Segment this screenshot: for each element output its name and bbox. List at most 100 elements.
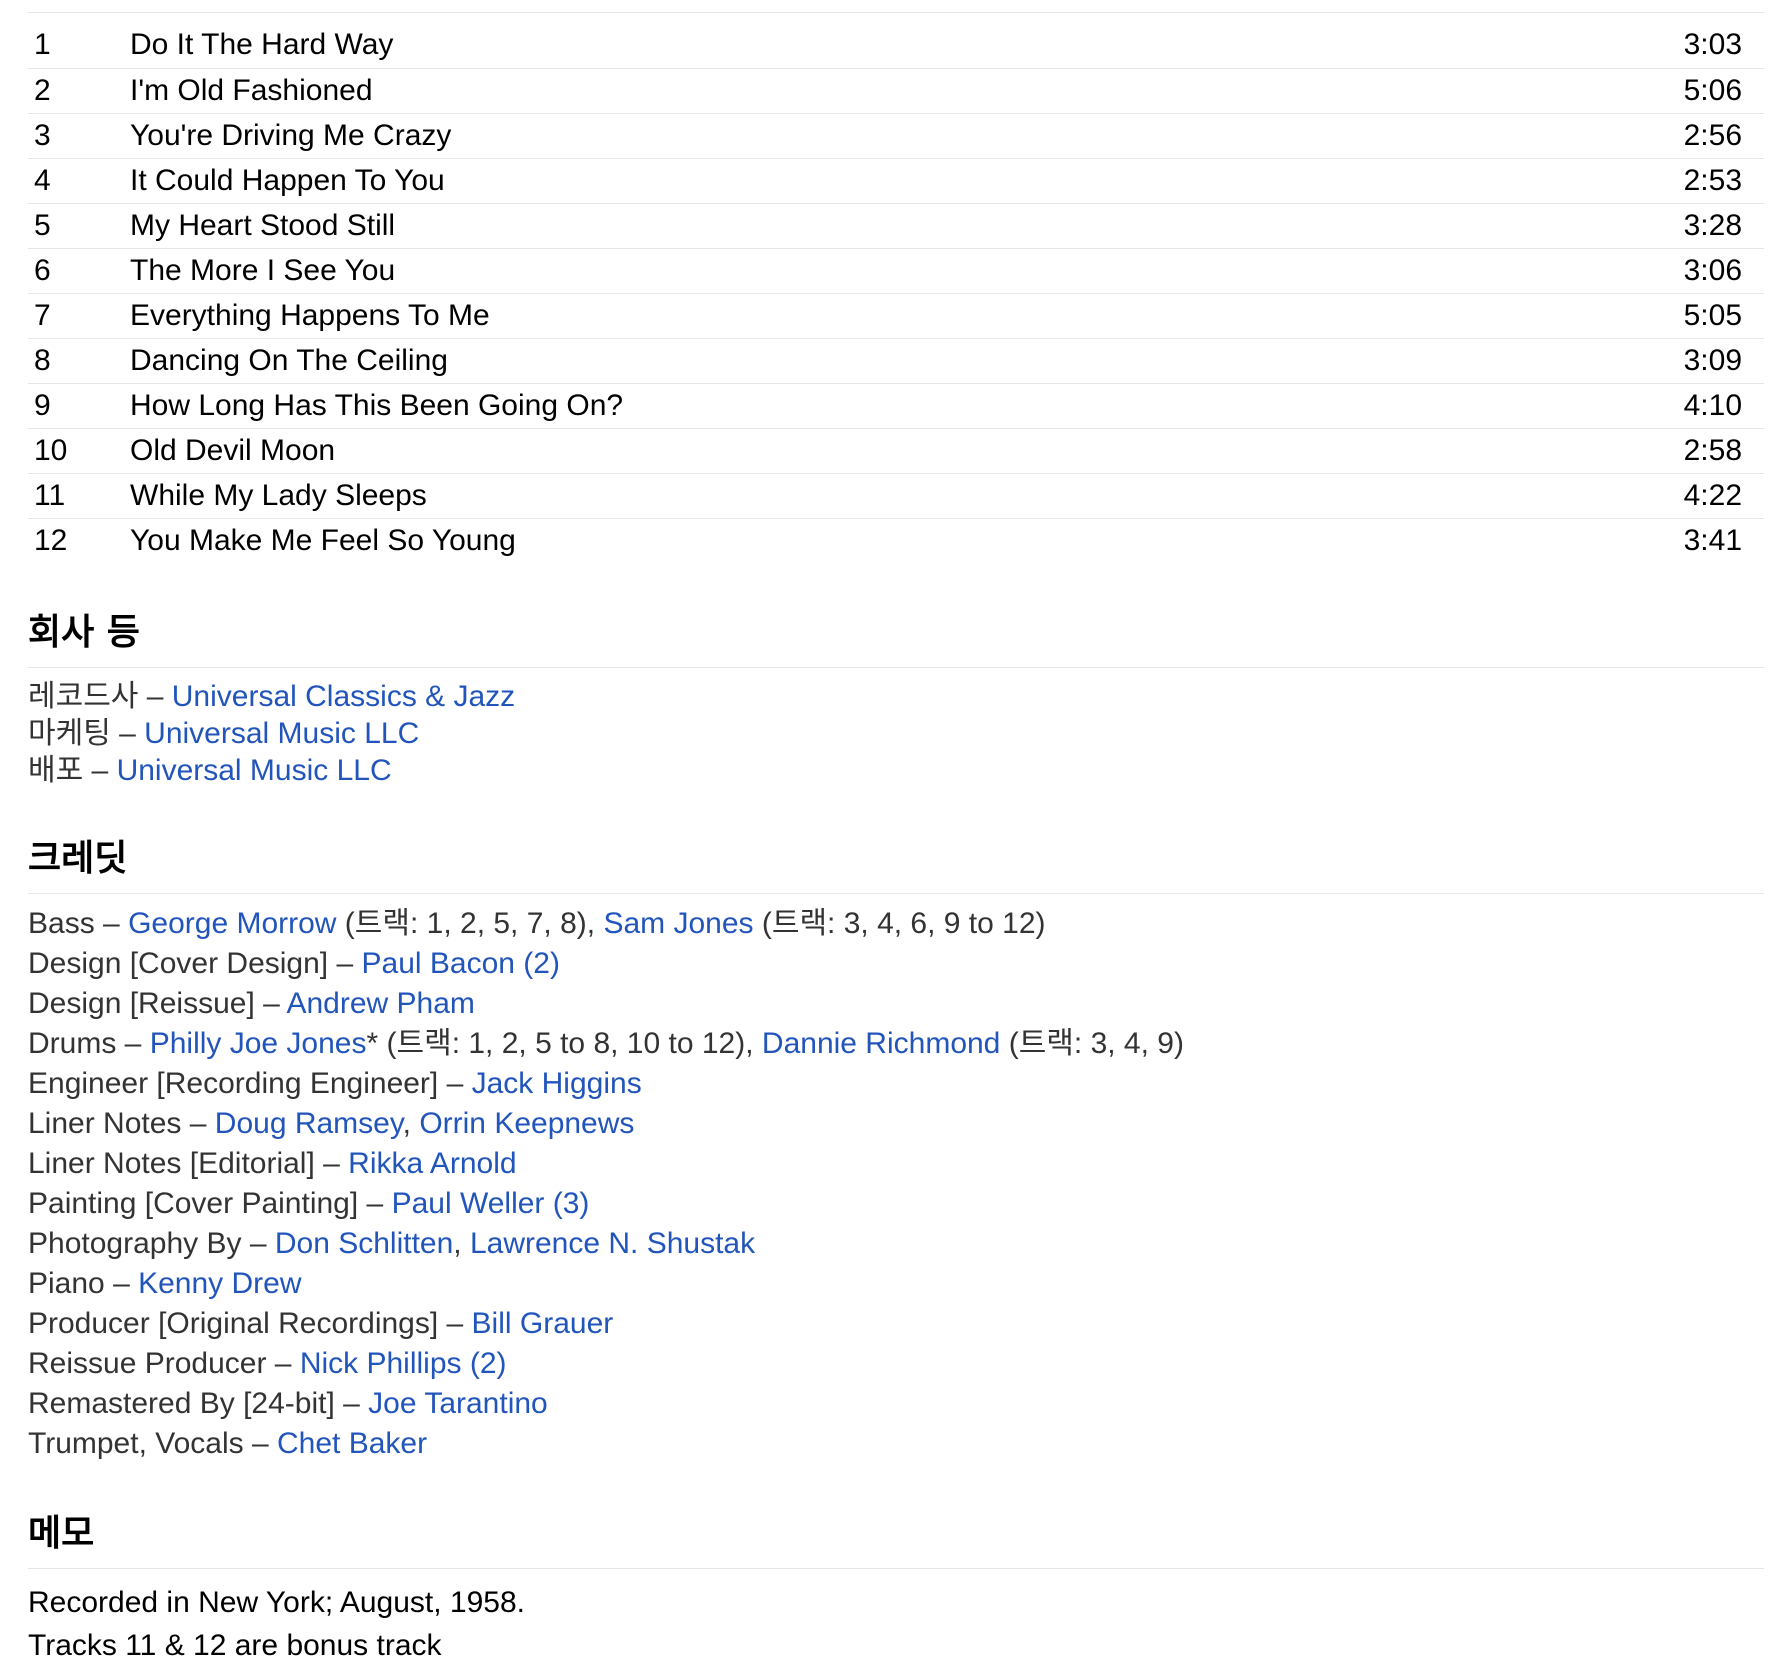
- credit-artist-link[interactable]: Doug Ramsey: [215, 1107, 403, 1140]
- release-page: 1 Do It The Hard Way 3:03 2 I'm Old Fashione…: [0, 0, 1792, 1667]
- credit-artist-link[interactable]: Rikka Arnold: [348, 1147, 516, 1180]
- credit-artist-link[interactable]: George Morrow: [128, 907, 336, 940]
- credit-role: Bass: [28, 907, 95, 940]
- credit-detail: (트랙: 3, 4, 6, 9 to 12): [753, 907, 1046, 940]
- track-row[interactable]: 10 Old Devil Moon 2:58: [28, 428, 1764, 473]
- credit-separator: –: [438, 1307, 472, 1340]
- credit-artist-link[interactable]: Lawrence N. Shustak: [470, 1227, 755, 1260]
- credit-artist-link[interactable]: Kenny Drew: [138, 1267, 301, 1300]
- credit-role: Design [Cover Design]: [28, 947, 329, 980]
- track-duration: 5:06: [1683, 73, 1742, 107]
- track-title: Old Devil Moon: [130, 433, 336, 467]
- company-item: 레코드사 – Universal Classics & Jazz: [28, 678, 1764, 715]
- track-duration: 2:56: [1683, 118, 1742, 152]
- company-separator: –: [83, 754, 117, 787]
- credit-role: Producer [Original Recordings]: [28, 1307, 439, 1340]
- tracklist-body: 1 Do It The Hard Way 3:03 2 I'm Old Fashione…: [28, 23, 1764, 563]
- credit-role: Engineer [Recording Engineer]: [28, 1067, 439, 1100]
- track-position: 6: [34, 253, 51, 287]
- notes-heading: 메모: [28, 1504, 1764, 1569]
- company-separator: –: [110, 717, 145, 750]
- credit-item: Piano – Kenny Drew: [28, 1264, 1764, 1304]
- credit-artist-link[interactable]: Andrew Pham: [286, 987, 474, 1020]
- track-title: It Could Happen To You: [130, 163, 445, 197]
- credit-separator: –: [314, 1147, 349, 1180]
- track-title: I'm Old Fashioned: [130, 73, 373, 107]
- track-position: 11: [34, 478, 66, 512]
- track-position: 7: [34, 298, 51, 332]
- company-link[interactable]: Universal Music LLC: [144, 717, 419, 750]
- company-item: 배포 – Universal Music LLC: [28, 752, 1764, 789]
- credit-artist-link[interactable]: Chet Baker: [277, 1427, 427, 1460]
- credit-detail: ,: [402, 1107, 420, 1140]
- track-title: You Make Me Feel So Young: [130, 523, 516, 557]
- track-duration: 4:22: [1683, 478, 1742, 512]
- company-role: 배포: [28, 754, 84, 787]
- credit-separator: –: [104, 1267, 139, 1300]
- track-row[interactable]: 4 It Could Happen To You 2:53: [28, 158, 1764, 203]
- track-row[interactable]: 8 Dancing On The Ceiling 3:09: [28, 338, 1764, 383]
- credit-detail: * (트랙: 1, 2, 5 to 8, 10 to 12),: [366, 1027, 762, 1060]
- divider: [28, 12, 1764, 13]
- credit-artist-link[interactable]: Paul Weller (3): [392, 1187, 590, 1220]
- track-title: My Heart Stood Still: [130, 208, 396, 242]
- track-position: 1: [34, 28, 51, 62]
- company-item: 마케팅 – Universal Music LLC: [28, 715, 1764, 752]
- track-row[interactable]: 7 Everything Happens To Me 5:05: [28, 293, 1764, 338]
- track-row[interactable]: 6 The More I See You 3:06: [28, 248, 1764, 293]
- companies-heading: 회사 등: [28, 603, 1764, 668]
- tracklist-table: 1 Do It The Hard Way 3:03 2 I'm Old Fashione…: [28, 23, 1764, 563]
- credit-separator: –: [181, 1107, 215, 1140]
- track-title: Dancing On The Ceiling: [130, 343, 448, 377]
- credits-list: Bass – George Morrow (트랙: 1, 2, 5, 7, 8)…: [28, 904, 1764, 1464]
- credit-item: Bass – George Morrow (트랙: 1, 2, 5, 7, 8)…: [28, 904, 1764, 944]
- credit-separator: –: [266, 1347, 300, 1380]
- credit-artist-link[interactable]: Orrin Keepnews: [419, 1107, 634, 1140]
- track-row[interactable]: 12 You Make Me Feel So Young 3:41: [28, 518, 1764, 563]
- track-position: 12: [34, 523, 68, 557]
- credit-artist-link[interactable]: Sam Jones: [603, 907, 753, 940]
- credit-item: Painting [Cover Painting] – Paul Weller …: [28, 1184, 1764, 1224]
- credit-item: Liner Notes [Editorial] – Rikka Arnold: [28, 1144, 1764, 1184]
- note-line: Recorded in New York; August, 1958.: [28, 1586, 525, 1619]
- credit-item: Design [Reissue] – Andrew Pham: [28, 984, 1764, 1024]
- credit-artist-link[interactable]: Nick Phillips (2): [300, 1347, 507, 1380]
- company-separator: –: [138, 680, 172, 713]
- credit-role: Piano: [28, 1267, 105, 1300]
- credit-role: Design [Reissue]: [28, 987, 255, 1020]
- credit-artist-link[interactable]: Philly Joe Jones: [150, 1027, 367, 1060]
- credit-artist-link[interactable]: Dannie Richmond: [762, 1027, 1000, 1060]
- notes-list: Recorded in New York; August, 1958. Track…: [28, 1581, 1764, 1667]
- credit-role: Drums: [28, 1027, 117, 1060]
- credit-detail: ,: [453, 1227, 470, 1260]
- company-link[interactable]: Universal Classics & Jazz: [172, 680, 515, 713]
- credit-item: Producer [Original Recordings] – Bill Gr…: [28, 1304, 1764, 1344]
- track-row[interactable]: 3 You're Driving Me Crazy 2:56: [28, 113, 1764, 158]
- credit-artist-link[interactable]: Joe Tarantino: [368, 1387, 548, 1420]
- credit-role: Painting [Cover Painting]: [28, 1187, 359, 1220]
- track-row[interactable]: 11 While My Lady Sleeps 4:22: [28, 473, 1764, 518]
- credit-artist-link[interactable]: Bill Grauer: [472, 1307, 614, 1340]
- credit-artist-link[interactable]: Jack Higgins: [472, 1067, 642, 1100]
- track-row[interactable]: 1 Do It The Hard Way 3:03: [28, 23, 1764, 68]
- credit-separator: –: [94, 907, 129, 940]
- credit-detail: (트랙: 3, 4, 9): [1000, 1027, 1184, 1060]
- track-row[interactable]: 9 How Long Has This Been Going On? 4:10: [28, 383, 1764, 428]
- credit-separator: –: [334, 1387, 369, 1420]
- track-row[interactable]: 5 My Heart Stood Still 3:28: [28, 203, 1764, 248]
- credit-artist-link[interactable]: Paul Bacon (2): [362, 947, 560, 980]
- track-position: 5: [34, 208, 51, 242]
- credit-separator: –: [243, 1427, 277, 1460]
- credit-role: Remastered By [24-bit]: [28, 1387, 335, 1420]
- credit-item: Drums – Philly Joe Jones* (트랙: 1, 2, 5 t…: [28, 1024, 1764, 1064]
- track-title: Everything Happens To Me: [130, 298, 490, 332]
- track-position: 3: [34, 118, 51, 152]
- company-link[interactable]: Universal Music LLC: [117, 754, 392, 787]
- credit-role: Reissue Producer: [28, 1347, 267, 1380]
- track-duration: 3:41: [1683, 523, 1742, 557]
- credit-artist-link[interactable]: Don Schlitten: [275, 1227, 453, 1260]
- track-duration: 4:10: [1683, 388, 1742, 422]
- track-row[interactable]: 2 I'm Old Fashioned 5:06: [28, 68, 1764, 113]
- track-title: While My Lady Sleeps: [130, 478, 427, 512]
- credit-role: Photography By: [28, 1227, 242, 1260]
